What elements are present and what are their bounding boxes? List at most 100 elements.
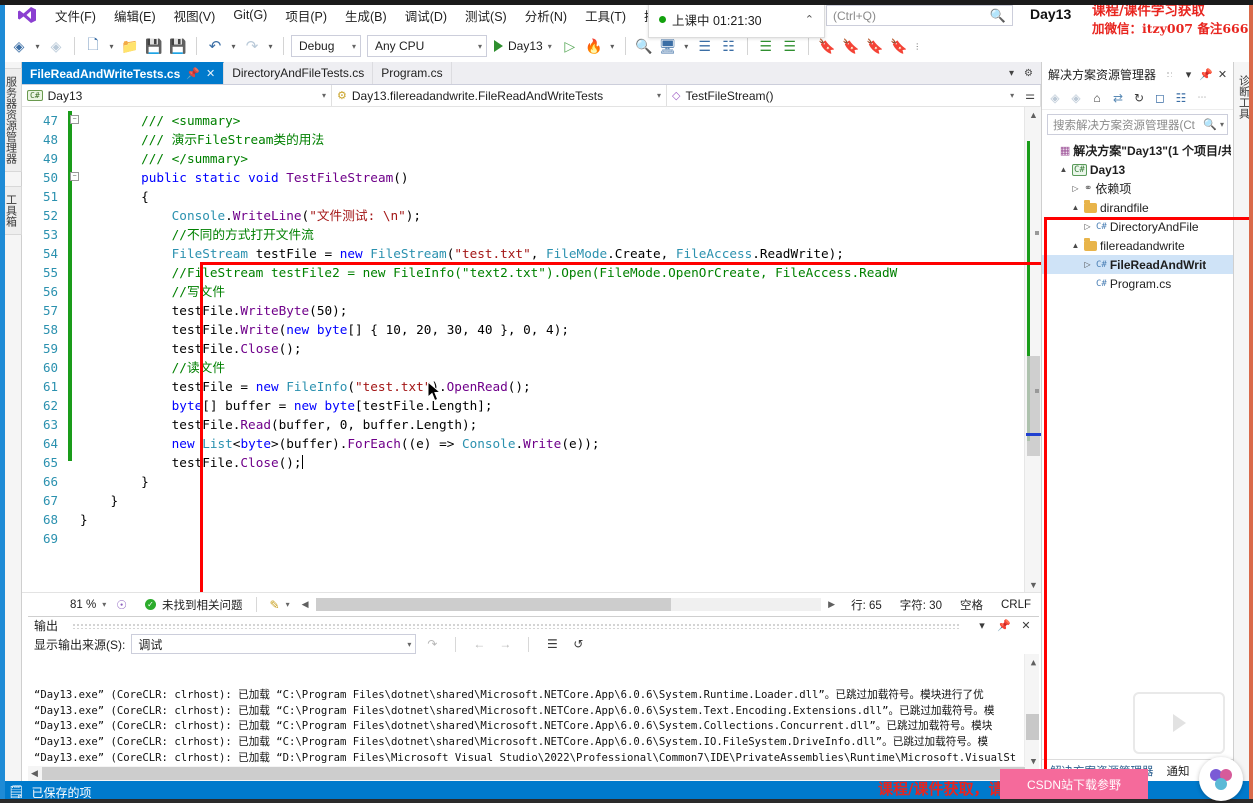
scroll-down-arrow-icon[interactable]: ▼ bbox=[1029, 580, 1038, 590]
code-line[interactable]: FileStream testFile = new FileStream("te… bbox=[80, 244, 1024, 263]
scroll-up-arrow-icon[interactable]: ▲ bbox=[1029, 110, 1038, 120]
new-project-dropdown-icon[interactable]: ▾ bbox=[106, 35, 117, 57]
solution-explorer-tree[interactable]: ▦ 解决方案"Day13"(1 个项目/共 ▲ C# Day13 ▷ ⚭ 依赖项 ▲ dirand… bbox=[1042, 139, 1233, 759]
output-source-select[interactable]: 调试 ▾ bbox=[131, 634, 417, 654]
editor-horizontal-scrollbar[interactable]: ◀ ▶ bbox=[302, 598, 835, 611]
code-line[interactable]: /// 演示FileStream类的用法 bbox=[80, 130, 1024, 149]
chevron-down-icon[interactable]: ▾ bbox=[478, 42, 482, 51]
close-icon[interactable]: ✕ bbox=[1216, 68, 1229, 81]
twisty-icon[interactable]: ▷ bbox=[1070, 184, 1081, 193]
clear-all-icon[interactable]: ☰ bbox=[542, 634, 562, 654]
quick-launch-search[interactable]: (Ctrl+Q) 🔍 bbox=[826, 5, 1013, 26]
chevron-down-icon[interactable]: ▾ bbox=[352, 42, 356, 51]
clear-bookmarks-icon[interactable]: 🔖 bbox=[888, 35, 910, 57]
code-text-area[interactable]: /// <summary> /// 演示FileStream类的用法 /// <… bbox=[80, 107, 1024, 592]
prev-bookmark-icon[interactable]: 🔖 bbox=[840, 35, 862, 57]
menu-analyze[interactable]: 分析(N) bbox=[516, 2, 576, 29]
show-all-files-icon[interactable]: ☷ bbox=[1172, 89, 1190, 107]
hscroll-right-arrow-icon[interactable]: ▶ bbox=[828, 599, 835, 610]
pin-icon[interactable]: 📌 bbox=[186, 67, 200, 80]
code-line[interactable]: //读文件 bbox=[80, 358, 1024, 377]
scrollbar-map-column[interactable] bbox=[1026, 121, 1041, 578]
tree-item-directoryandfile[interactable]: ▷ C# DirectoryAndFile bbox=[1042, 217, 1233, 236]
menu-project[interactable]: 项目(P) bbox=[276, 2, 336, 29]
menu-view[interactable]: 视图(V) bbox=[165, 2, 225, 29]
twisty-icon[interactable]: ▷ bbox=[1082, 222, 1093, 231]
chevron-down-icon[interactable]: ▾ bbox=[975, 619, 989, 632]
code-line[interactable]: /// <summary> bbox=[80, 111, 1024, 130]
code-cleanup-dropdown-icon[interactable]: ▾ bbox=[286, 600, 290, 609]
bookmark-icon[interactable]: 🔖 bbox=[816, 35, 838, 57]
chevron-down-icon[interactable]: ▾ bbox=[1010, 91, 1014, 100]
code-line[interactable] bbox=[80, 529, 1024, 548]
find-message-icon[interactable]: ← bbox=[469, 634, 489, 654]
pin-icon[interactable]: 📌 bbox=[997, 619, 1011, 632]
code-line[interactable]: } bbox=[80, 472, 1024, 491]
twisty-icon[interactable]: ▲ bbox=[1058, 165, 1069, 174]
promo-overlay-banner[interactable]: CSDN站下载参野 bbox=[1000, 769, 1148, 799]
panel-drag-dots[interactable] bbox=[72, 622, 961, 629]
code-line[interactable]: //不同的方式打开文件流 bbox=[80, 225, 1024, 244]
save-icon[interactable]: 💾 bbox=[143, 35, 165, 57]
platform-combo[interactable]: Any CPU ▾ bbox=[367, 35, 487, 57]
back-arrow-icon[interactable]: ◈ bbox=[8, 35, 30, 57]
nav-project-combo[interactable]: C# Day13 ▾ bbox=[22, 85, 332, 106]
tree-item-dirandfile[interactable]: ▲ dirandfile bbox=[1042, 198, 1233, 217]
tree-item-day13-1[interactable]: ▦ 解决方案"Day13"(1 个项目/共 bbox=[1042, 141, 1233, 160]
editor-tab-fileread[interactable]: FileReadAndWriteTests.cs 📌 ✕ bbox=[22, 62, 225, 84]
chevron-down-icon[interactable]: ▾ bbox=[322, 91, 326, 100]
split-view-icon[interactable]: ⚌ bbox=[1025, 89, 1035, 102]
attach-dropdown-icon[interactable]: ▾ bbox=[681, 35, 692, 57]
output-scroll-thumb[interactable] bbox=[1026, 714, 1039, 740]
scrollbar-thumb[interactable] bbox=[1027, 356, 1040, 456]
uncomment-icon[interactable]: ☰ bbox=[779, 35, 801, 57]
menu-git[interactable]: Git(G) bbox=[224, 4, 276, 26]
hscroll-left-arrow-icon[interactable]: ◀ bbox=[302, 599, 309, 610]
find-in-files-icon[interactable]: 🔍 bbox=[633, 35, 655, 57]
close-icon[interactable]: ✕ bbox=[1019, 619, 1033, 632]
twisty-icon[interactable]: ▷ bbox=[1082, 260, 1093, 269]
insert-snippet-icon[interactable]: ☰ bbox=[694, 35, 716, 57]
toolbar-overflow-icon[interactable]: ⋮ bbox=[912, 35, 923, 57]
code-line[interactable]: testFile.Read(buffer, 0, buffer.Length); bbox=[80, 415, 1024, 434]
chevron-up-icon[interactable]: ⌃ bbox=[805, 13, 814, 26]
menu-debug[interactable]: 调试(D) bbox=[396, 2, 456, 29]
code-line[interactable]: testFile.Close(); bbox=[80, 339, 1024, 358]
fold-marker-method[interactable]: − bbox=[70, 172, 79, 181]
live-session-badge[interactable]: 上课中 01:21:30 ⌃ bbox=[648, 0, 825, 38]
nav-member-combo[interactable]: ◇ TestFileStream() ▾ ⚌ bbox=[667, 85, 1041, 106]
new-project-icon[interactable]: 🗋 bbox=[82, 35, 104, 57]
chevron-down-icon[interactable]: ▾ bbox=[1182, 68, 1195, 81]
code-line[interactable]: public static void TestFileStream() bbox=[80, 168, 1024, 187]
sync-with-active-document-icon[interactable]: ⇄ bbox=[1109, 89, 1127, 107]
menu-build[interactable]: 生成(B) bbox=[336, 2, 396, 29]
code-line[interactable]: testFile = new FileInfo("test.txt").Open… bbox=[80, 377, 1024, 396]
hot-reload-dropdown-icon[interactable]: ▾ bbox=[607, 35, 618, 57]
code-line[interactable]: } bbox=[80, 491, 1024, 510]
code-line[interactable]: //FileStream testFile2 = new FileInfo("t… bbox=[80, 263, 1024, 282]
code-line[interactable]: Console.WriteLine("文件测试: \n"); bbox=[80, 206, 1024, 225]
twisty-icon[interactable]: ▲ bbox=[1070, 241, 1081, 250]
back-arrow-icon[interactable]: ◈ bbox=[1046, 89, 1064, 107]
code-line[interactable]: //写文件 bbox=[80, 282, 1024, 301]
menu-tools[interactable]: 工具(T) bbox=[576, 2, 635, 29]
code-line[interactable]: testFile.Close(); bbox=[80, 453, 1024, 472]
scroll-up-arrow-icon[interactable]: ▲ bbox=[1029, 656, 1038, 668]
chevron-down-icon[interactable]: ▾ bbox=[407, 640, 411, 649]
menu-test[interactable]: 测试(S) bbox=[456, 2, 516, 29]
tree-item-day13[interactable]: ▲ C# Day13 bbox=[1042, 160, 1233, 179]
start-debug-button[interactable]: Day13 ▾ bbox=[489, 35, 557, 57]
solution-explorer-search[interactable]: 搜索解决方案资源管理器(Ct 🔍 ▾ bbox=[1047, 114, 1228, 135]
search-icon[interactable]: 🔍 bbox=[1203, 118, 1217, 131]
forward-arrow-icon[interactable]: ◈ bbox=[45, 35, 67, 57]
save-all-icon[interactable]: 💾 bbox=[167, 35, 189, 57]
indent-indicator[interactable]: 空格 bbox=[960, 597, 983, 613]
home-icon[interactable]: ⌂ bbox=[1088, 89, 1106, 107]
forward-arrow-icon[interactable]: ◈ bbox=[1067, 89, 1085, 107]
redo-dropdown-icon[interactable]: ▾ bbox=[265, 35, 276, 57]
output-text-area[interactable]: “Day13.exe” (CoreCLR: clrhost): 已加载 “C:\… bbox=[28, 654, 1039, 766]
menu-file[interactable]: 文件(F) bbox=[46, 2, 105, 29]
code-line[interactable]: /// </summary> bbox=[80, 149, 1024, 168]
eol-indicator[interactable]: CRLF bbox=[1001, 599, 1031, 611]
menu-edit[interactable]: 编辑(E) bbox=[105, 2, 165, 29]
